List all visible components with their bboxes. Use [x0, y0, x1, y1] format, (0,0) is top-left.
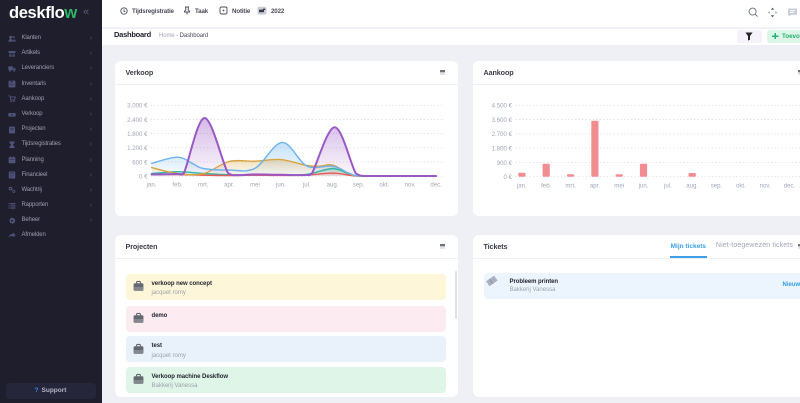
svg-text:mei: mei: [614, 182, 624, 189]
svg-text:jan.: jan.: [146, 181, 157, 188]
svg-text:jun.: jun.: [275, 181, 286, 188]
svg-text:jul.: jul.: [302, 181, 311, 188]
svg-text:1.200 €: 1.200 €: [127, 145, 148, 152]
svg-text:okt.: okt.: [379, 181, 389, 188]
svg-text:2.700 €: 2.700 €: [492, 131, 513, 138]
svg-text:1.800 €: 1.800 €: [127, 131, 148, 138]
svg-text:600 €: 600 €: [132, 159, 148, 166]
svg-text:apr.: apr.: [224, 181, 234, 188]
svg-text:mrt.: mrt.: [198, 181, 209, 188]
svg-text:aug.: aug.: [686, 182, 698, 189]
svg-text:jan.: jan.: [516, 182, 527, 189]
svg-text:sep.: sep.: [353, 181, 365, 188]
svg-text:okt.: okt.: [736, 182, 746, 189]
svg-text:mrt.: mrt.: [565, 182, 576, 189]
svg-text:feb.: feb.: [541, 182, 551, 189]
svg-text:2.400 €: 2.400 €: [127, 116, 148, 123]
svg-text:dec.: dec.: [784, 182, 796, 189]
svg-text:aug.: aug.: [327, 181, 339, 188]
svg-text:mei: mei: [250, 181, 260, 188]
svg-text:apr.: apr.: [590, 182, 600, 189]
svg-text:900 €: 900 €: [497, 159, 513, 166]
svg-text:dec.: dec.: [430, 181, 442, 188]
svg-text:0 €: 0 €: [139, 173, 148, 180]
svg-text:1.800 €: 1.800 €: [492, 145, 513, 152]
svg-text:0 €: 0 €: [504, 174, 513, 181]
svg-text:nov.: nov.: [405, 181, 416, 188]
svg-text:nov.: nov.: [760, 182, 771, 189]
svg-text:3.600 €: 3.600 €: [492, 116, 513, 123]
svg-text:feb.: feb.: [172, 181, 182, 188]
svg-text:jun.: jun.: [638, 182, 649, 189]
svg-text:4.500 €: 4.500 €: [492, 102, 513, 109]
svg-text:sep.: sep.: [711, 182, 723, 189]
svg-text:jul.: jul.: [663, 182, 672, 189]
svg-text:3.000 €: 3.000 €: [127, 102, 148, 109]
